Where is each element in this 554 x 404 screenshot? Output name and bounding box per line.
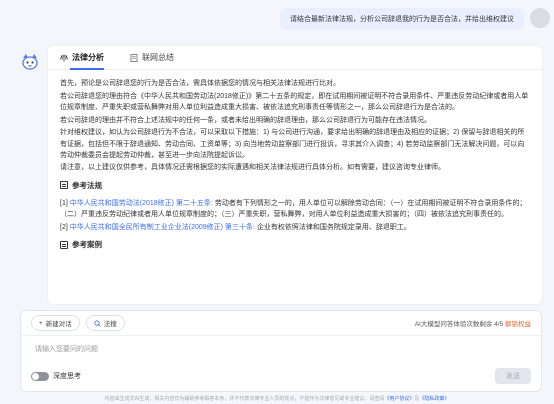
user-agreement-link[interactable]: 《用户协议》 xyxy=(384,396,414,402)
list-icon xyxy=(60,181,68,190)
plus-icon: + xyxy=(39,319,43,327)
disclaimer: 内容由生成式AI生成，相关内容仅为辅助参考解答本身，并不代表法律专业人员的观点，… xyxy=(0,395,554,402)
analysis-text: 《中华人民共和国劳动法(2018修正)》第二十五条 xyxy=(137,92,291,100)
deep-think-toggle[interactable] xyxy=(31,371,49,381)
tab-legal-analysis[interactable]: 法律分析 xyxy=(60,46,104,70)
new-chat-label: 新建对话 xyxy=(45,321,72,328)
tab-legal-analysis-label: 法律分析 xyxy=(72,53,104,62)
regulations-label: 法搜 xyxy=(103,321,117,328)
list-icon xyxy=(60,240,68,249)
analysis-paragraph: 请注意，以上建议仅供参考，具体情况还需根据您的实际遭遇和相关法律法规进行具体分析… xyxy=(60,164,445,172)
regulations-search-button[interactable]: 法搜 xyxy=(85,315,125,331)
reference-law-link[interactable]: 中华人民共和国全民所有制工业企业法(2009修正) 第三十条: xyxy=(70,224,255,231)
reference-index: [2] xyxy=(60,223,68,231)
disclaimer-text: 内容由生成式AI生成，相关内容仅为辅助参考解答本身，并不代表法律专业人员的观点，… xyxy=(104,396,385,402)
unlock-benefits-link[interactable]: 解锁权益 xyxy=(505,321,531,328)
answer-content: 首先，预论是公司辞退您的行为是否合法，需具体依据您的情况与相关法律法规进行比对。… xyxy=(48,70,542,250)
assistant-avatar-icon xyxy=(22,54,38,70)
user-message-text: 请结合最新法律法规，分析公司辞退我的行为是否合法，并给出维权建议 xyxy=(290,16,514,23)
input-bottom-row: 深度思考 发送 xyxy=(21,368,541,384)
user-message-bubble: 请结合最新法律法规，分析公司辞退我的行为是否合法，并给出维权建议 xyxy=(280,8,524,30)
analysis-paragraph: 若公司辞退您的理由符合《中华人民共和国劳动法(2018修正)》第二十五条的规定，… xyxy=(60,91,530,113)
content-fade xyxy=(48,292,542,304)
send-button[interactable]: 发送 xyxy=(495,368,531,384)
scale-icon xyxy=(60,54,68,61)
reference-text: 企业有权依照法律和国务院规定录用、辞退职工。 xyxy=(256,223,411,231)
user-avatar[interactable] xyxy=(530,8,550,28)
analysis-paragraph: 针对维权建议，如认为公司辞退行为不合法，可以采取以下措施：1) 与公司进行沟通，… xyxy=(60,129,525,159)
analysis-paragraph: 若公司辞退的理由并不符合上述法规中的任何一条，或者未给出明确的辞退理由，那么公司… xyxy=(60,116,431,124)
question-input-placeholder: 请输入您要问的问题 xyxy=(35,346,98,353)
input-toolbar: + 新建对话 法搜 AI大模型问答体验次数剩余 4/5 解锁权益 xyxy=(21,311,541,331)
tab-web-summary[interactable]: 联网总结 xyxy=(130,46,174,70)
deep-think-label: 深度思考 xyxy=(53,373,81,380)
tab-web-summary-label: 联网总结 xyxy=(142,53,174,62)
document-icon xyxy=(130,53,138,62)
new-chat-button[interactable]: + 新建对话 xyxy=(31,315,80,331)
question-input[interactable]: 请输入您要问的问题 xyxy=(21,336,541,368)
cases-title: 参考案例 xyxy=(72,239,102,249)
quota-status: AI大模型问答体验次数剩余 4/5 解锁权益 xyxy=(415,318,531,328)
search-icon xyxy=(94,319,101,327)
references-title: 参考法规 xyxy=(72,180,102,190)
analysis-text: 若公司辞退您的理由符合 xyxy=(60,92,137,100)
privacy-policy-link[interactable]: 《隐私政策》 xyxy=(419,396,449,402)
answer-tabs: 法律分析 联网总结 xyxy=(48,46,542,70)
reference-law-link[interactable]: 中华人民共和国劳动法(2018修正) 第二十五条: xyxy=(70,200,213,207)
references-heading: 参考法规 xyxy=(60,180,530,191)
analysis-paragraph: 首先，预论是公司辞退您的行为是否合法，需具体依据您的情况与相关法律法规进行比对。 xyxy=(60,80,340,87)
reference-item: [1] 中华人民共和国劳动法(2018修正) 第二十五条: 劳动者有下列情形之一… xyxy=(60,198,530,220)
quota-text: AI大模型问答体验次数剩余 4/5 xyxy=(414,321,504,328)
reference-index: [1] xyxy=(60,199,68,207)
reference-item: [2] 中华人民共和国全民所有制工业企业法(2009修正) 第三十条: 企业有权… xyxy=(60,222,530,233)
input-panel: + 新建对话 法搜 AI大模型问答体验次数剩余 4/5 解锁权益 请输入您要问的… xyxy=(20,310,542,392)
cases-heading: 参考案例 xyxy=(60,239,530,250)
answer-card: 法律分析 联网总结 首先，预论是公司辞退您的行为是否合法，需具体依据您的情况与相… xyxy=(48,46,542,304)
